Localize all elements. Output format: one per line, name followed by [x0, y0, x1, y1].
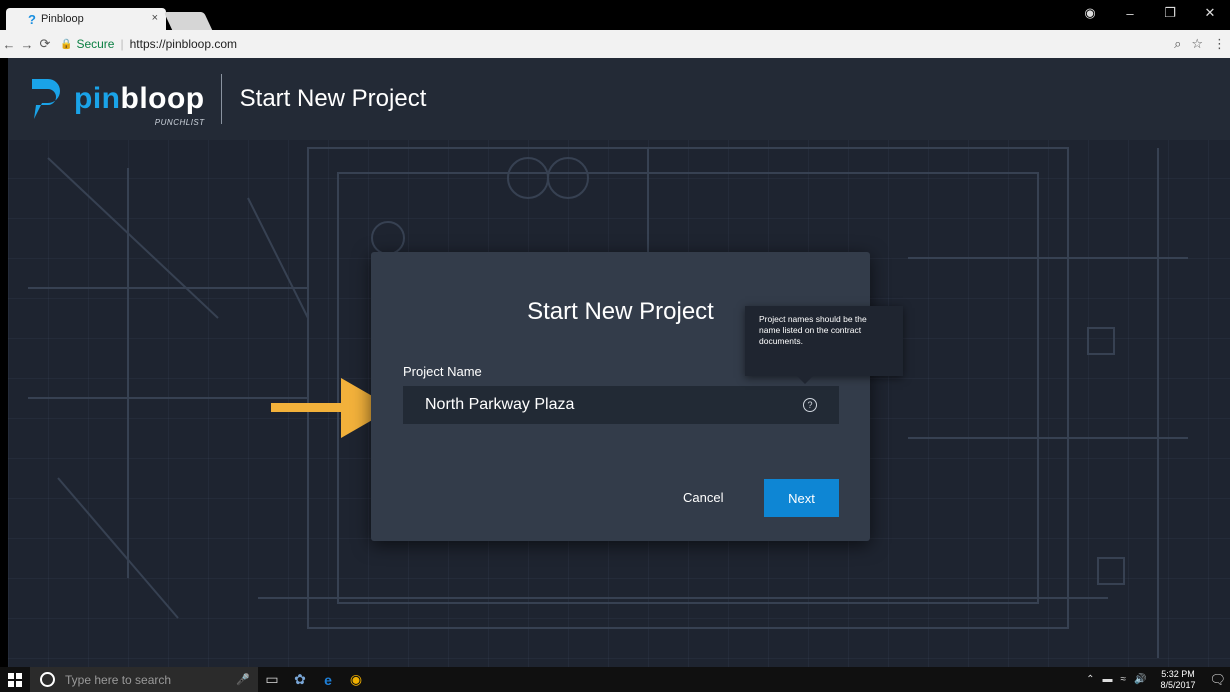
- back-icon[interactable]: ←: [0, 37, 18, 52]
- cortana-icon: [40, 672, 55, 687]
- bookmark-star-icon[interactable]: ☆: [1191, 36, 1203, 52]
- project-name-input[interactable]: North Parkway Plaza ?: [403, 386, 839, 424]
- cancel-button[interactable]: Cancel: [683, 490, 723, 505]
- menu-icon[interactable]: ⋮: [1213, 36, 1226, 52]
- forward-icon[interactable]: →: [18, 37, 36, 52]
- wifi-icon[interactable]: ≈: [1120, 674, 1126, 685]
- chrome-browser-icon[interactable]: ◉: [342, 671, 370, 688]
- close-window-icon[interactable]: ✕: [1190, 5, 1230, 21]
- tab-close-icon[interactable]: ×: [152, 12, 158, 24]
- clock-time: 5:32 PM: [1161, 668, 1195, 679]
- next-button[interactable]: Next: [764, 479, 839, 517]
- toolbar-actions: ⌕ ☆ ⋮: [1174, 36, 1226, 52]
- address-bar[interactable]: 🔒 Secure | https://pinbloop.com: [60, 37, 237, 51]
- pinbloop-logo[interactable]: pinbloop PUNCHLIST: [26, 75, 205, 127]
- help-tooltip: Project names should be the name listed …: [745, 306, 903, 384]
- logo-pin-text: pin: [74, 82, 121, 115]
- windows-taskbar: Type here to search 🎤 ▭ ✿ e ◉ ⌃ ▬ ≈ 🔊 5:…: [0, 667, 1230, 692]
- restore-icon[interactable]: ❐: [1150, 5, 1190, 21]
- edge-browser-icon[interactable]: e: [314, 672, 342, 688]
- start-project-modal: Start New Project Project Name North Par…: [371, 252, 903, 541]
- profile-icon[interactable]: ◉: [1070, 5, 1110, 21]
- start-button[interactable]: [0, 667, 30, 692]
- secure-label: Secure: [76, 37, 115, 51]
- clock[interactable]: 5:32 PM 8/5/2017: [1160, 669, 1195, 691]
- minimize-icon[interactable]: –: [1110, 6, 1150, 21]
- browser-toolbar: ← → ⟳ 🔒 Secure | https://pinbloop.com ⌕ …: [0, 30, 1230, 58]
- task-view-icon[interactable]: ▭: [258, 671, 286, 688]
- page-title: Start New Project: [239, 85, 427, 112]
- browser-tab-bar: ? Pinbloop × ◉ – ❐ ✕: [0, 0, 1230, 30]
- microphone-icon[interactable]: 🎤: [236, 673, 250, 686]
- header-divider: [220, 74, 222, 124]
- pinbloop-favicon-icon: ?: [28, 11, 36, 27]
- url-text: https://pinbloop.com: [129, 37, 238, 51]
- tab-title: Pinbloop: [40, 13, 84, 25]
- app-icon[interactable]: ✿: [286, 671, 314, 688]
- notifications-icon[interactable]: 🗨: [1209, 672, 1226, 688]
- help-icon[interactable]: ?: [803, 398, 817, 412]
- taskbar-search[interactable]: Type here to search 🎤: [30, 667, 258, 692]
- project-name-label: Project Name: [403, 364, 482, 379]
- volume-icon[interactable]: 🔊: [1134, 674, 1146, 685]
- pinbloop-logo-icon: [32, 79, 60, 119]
- reload-icon[interactable]: ⟳: [36, 36, 54, 52]
- system-tray: ⌃ ▬ ≈ 🔊 5:32 PM 8/5/2017 🗨: [1082, 667, 1230, 692]
- logo-wordmark: pinbloop PUNCHLIST: [74, 82, 205, 127]
- tray-chevron-icon[interactable]: ⌃: [1086, 674, 1094, 685]
- project-name-value: North Parkway Plaza: [425, 396, 575, 413]
- lock-icon: 🔒: [60, 38, 73, 50]
- app-header: pinbloop PUNCHLIST Start New Project: [8, 58, 1230, 140]
- logo-bloop-text: bloop: [120, 82, 205, 115]
- clock-date: 8/5/2017: [1160, 679, 1196, 690]
- zoom-icon[interactable]: ⌕: [1174, 36, 1181, 52]
- search-placeholder: Type here to search: [65, 672, 172, 687]
- battery-icon[interactable]: ▬: [1102, 674, 1112, 685]
- window-controls: ◉ – ❐ ✕: [1070, 0, 1230, 26]
- new-tab-button[interactable]: [163, 12, 213, 30]
- browser-tab[interactable]: ? Pinbloop ×: [6, 8, 166, 30]
- windows-logo-icon: [8, 672, 22, 687]
- logo-subtitle: PUNCHLIST: [154, 118, 205, 127]
- omnibox-separator: |: [120, 37, 124, 51]
